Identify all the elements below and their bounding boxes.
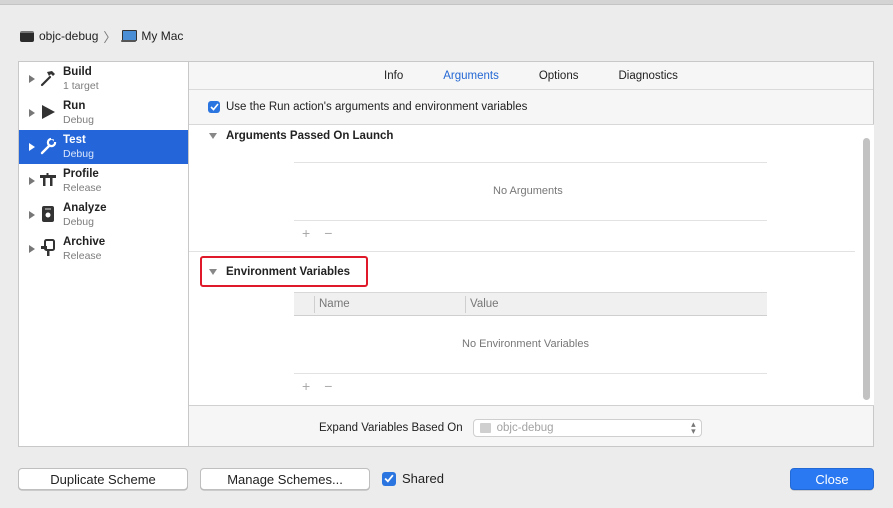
env-section-title: Environment Variables: [226, 266, 350, 278]
use-run-args-checkbox[interactable]: [208, 101, 220, 113]
scheme-action-list: Build 1 target Run Debug Test Debug Prof…: [18, 61, 189, 447]
no-env-variables-text: No Environment Variables: [462, 338, 589, 350]
action-item-test[interactable]: Test Debug: [19, 130, 188, 164]
hammer-icon: [39, 69, 57, 87]
arguments-content: Arguments Passed On Launch No Arguments …: [189, 124, 874, 406]
breadcrumb-destination[interactable]: My Mac: [141, 29, 183, 43]
instruments-icon: [39, 171, 57, 189]
env-section-header[interactable]: Environment Variables: [209, 266, 350, 278]
action-item-profile[interactable]: Profile Release: [19, 164, 188, 198]
add-argument-button[interactable]: +: [302, 226, 310, 240]
tab-bar: Info Arguments Options Diagnostics: [189, 62, 873, 90]
env-table-header: Name Value: [294, 292, 767, 316]
terminal-icon: [20, 30, 34, 42]
action-title: Build: [63, 66, 92, 78]
disclosure-triangle-icon[interactable]: [29, 177, 35, 185]
action-item-archive[interactable]: Archive Release: [19, 232, 188, 266]
shared-label[interactable]: Shared: [402, 471, 444, 486]
target-icon: [479, 423, 491, 433]
tab-options[interactable]: Options: [539, 70, 579, 82]
updown-arrows-icon: ▴ ▾: [691, 419, 696, 436]
disclosure-triangle-icon[interactable]: [29, 211, 35, 219]
action-subtitle: Release: [63, 182, 102, 194]
column-header-value[interactable]: Value: [466, 298, 499, 310]
add-env-variable-button[interactable]: +: [302, 379, 310, 393]
disclosure-triangle-icon[interactable]: [29, 143, 35, 151]
disclosure-triangle-down-icon[interactable]: [209, 269, 217, 275]
play-icon: [39, 103, 57, 121]
remove-env-variable-button[interactable]: −: [324, 379, 332, 393]
analyze-icon: [39, 205, 57, 223]
manage-schemes-button[interactable]: Manage Schemes...: [200, 468, 370, 490]
arguments-add-remove: + −: [302, 226, 332, 240]
expand-variables-select[interactable]: objc-debug ▴ ▾: [472, 419, 702, 437]
arguments-section-header[interactable]: Arguments Passed On Launch: [209, 130, 393, 142]
action-subtitle: Debug: [63, 216, 94, 228]
action-item-build[interactable]: Build 1 target: [19, 62, 188, 96]
column-header-name[interactable]: Name: [315, 298, 465, 310]
shared-checkbox[interactable]: [382, 471, 396, 486]
close-button[interactable]: Close: [790, 468, 874, 490]
disclosure-triangle-down-icon[interactable]: [209, 133, 217, 139]
duplicate-scheme-button[interactable]: Duplicate Scheme: [18, 468, 188, 490]
arguments-section-title: Arguments Passed On Launch: [226, 130, 394, 142]
disclosure-triangle-icon[interactable]: [29, 245, 35, 253]
divider: [294, 162, 767, 163]
expand-variables-label: Expand Variables Based On: [319, 422, 463, 434]
action-title: Analyze: [63, 202, 107, 214]
window-top-edge: [0, 0, 893, 5]
disclosure-triangle-icon[interactable]: [29, 109, 35, 117]
shared-row: Shared: [382, 471, 444, 486]
expand-variables-row: Expand Variables Based On objc-debug ▴ ▾: [319, 419, 702, 437]
use-run-args-row: Use the Run action's arguments and envir…: [208, 101, 527, 113]
breadcrumb: objc-debug 〉 My Mac: [20, 28, 183, 45]
divider: [189, 251, 855, 252]
action-item-analyze[interactable]: Analyze Debug: [19, 198, 188, 232]
action-item-run[interactable]: Run Debug: [19, 96, 188, 130]
tab-arguments[interactable]: Arguments: [443, 70, 499, 82]
env-add-remove: + −: [302, 379, 332, 393]
tab-info[interactable]: Info: [384, 70, 403, 82]
action-detail-panel: Info Arguments Options Diagnostics Use t…: [189, 61, 874, 447]
action-subtitle: 1 target: [63, 80, 99, 92]
action-subtitle: Release: [63, 250, 102, 262]
no-arguments-text: No Arguments: [493, 185, 563, 197]
action-title: Run: [63, 100, 86, 112]
divider: [294, 220, 767, 221]
action-title: Archive: [63, 236, 106, 248]
action-subtitle: Debug: [63, 114, 94, 126]
disclosure-triangle-icon[interactable]: [29, 75, 35, 83]
divider: [294, 373, 767, 374]
use-run-args-label[interactable]: Use the Run action's arguments and envir…: [226, 101, 527, 113]
action-title: Test: [63, 134, 86, 146]
action-subtitle: Debug: [63, 148, 94, 160]
wrench-icon: [39, 137, 57, 155]
vertical-scrollbar[interactable]: [863, 138, 870, 400]
laptop-icon: [121, 30, 138, 42]
chevron-right-icon: 〉: [103, 29, 117, 45]
archive-icon: [39, 239, 57, 257]
expand-variables-value: objc-debug: [496, 422, 554, 434]
tab-diagnostics[interactable]: Diagnostics: [618, 70, 677, 82]
breadcrumb-scheme[interactable]: objc-debug: [39, 29, 98, 43]
remove-argument-button[interactable]: −: [324, 226, 332, 240]
action-title: Profile: [63, 168, 99, 180]
